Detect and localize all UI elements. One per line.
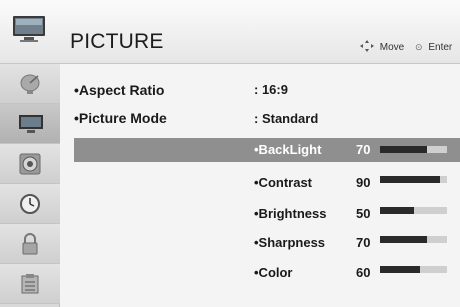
aspect-ratio-value: : 16:9 bbox=[254, 82, 288, 97]
setting-label: •BackLight bbox=[254, 142, 322, 157]
sidebar-item-option[interactable] bbox=[0, 264, 60, 304]
tv-icon bbox=[13, 16, 45, 42]
move-hint-label: Move bbox=[379, 42, 405, 53]
category-sidebar bbox=[0, 64, 60, 307]
satellite-dish-icon bbox=[20, 74, 40, 94]
setting-label: •Color bbox=[254, 265, 293, 280]
enter-button-icon: ⊙ bbox=[415, 42, 423, 52]
sidebar-item-picture[interactable] bbox=[0, 104, 60, 144]
level-bar-fill bbox=[380, 176, 441, 183]
picture-mode-label[interactable]: •Picture Mode bbox=[74, 110, 167, 126]
lock-icon bbox=[22, 233, 38, 255]
level-bar-fill bbox=[380, 266, 421, 273]
setting-label: •Brightness bbox=[254, 206, 327, 221]
level-bar[interactable] bbox=[380, 236, 447, 243]
level-bar-fill bbox=[380, 146, 427, 153]
setting-value: 60 bbox=[356, 265, 371, 280]
menu-header: PICTURE Move ⊙ Enter bbox=[0, 0, 460, 64]
level-bar[interactable] bbox=[380, 266, 447, 273]
level-bar[interactable] bbox=[380, 207, 447, 214]
sidebar-item-time[interactable] bbox=[0, 184, 60, 224]
level-bar[interactable] bbox=[380, 146, 447, 153]
move-arrows-icon bbox=[360, 40, 377, 55]
sidebar-item-lock[interactable] bbox=[0, 224, 60, 264]
level-bar[interactable] bbox=[380, 176, 447, 183]
setting-value: 70 bbox=[356, 142, 371, 157]
setting-value: 50 bbox=[356, 206, 371, 221]
page-title: PICTURE bbox=[70, 30, 164, 53]
level-bar-fill bbox=[380, 236, 427, 243]
enter-hint-label: Enter bbox=[428, 42, 453, 53]
setting-value: 70 bbox=[356, 235, 371, 250]
sidebar-item-audio[interactable] bbox=[0, 144, 60, 184]
picture-settings-panel: •Aspect Ratio : 16:9 •Picture Mode : Sta… bbox=[60, 64, 460, 307]
navigation-hint: Move ⊙ Enter bbox=[360, 40, 452, 55]
options-icon bbox=[21, 274, 39, 294]
speaker-icon bbox=[19, 153, 41, 175]
clock-icon bbox=[20, 194, 40, 214]
sidebar-item-setup[interactable] bbox=[0, 64, 60, 104]
picture-menu-screen: PICTURE Move ⊙ Enter •Aspect Ratio: 16:… bbox=[0, 0, 460, 307]
tv-icon bbox=[19, 115, 43, 133]
level-bar-fill bbox=[380, 207, 414, 214]
picture-mode-value: : Standard bbox=[254, 111, 319, 126]
aspect-ratio-label[interactable]: •Aspect Ratio bbox=[74, 82, 164, 98]
setting-value: 90 bbox=[356, 175, 371, 190]
setting-label: •Sharpness bbox=[254, 235, 326, 250]
setting-label: •Contrast bbox=[254, 175, 312, 190]
